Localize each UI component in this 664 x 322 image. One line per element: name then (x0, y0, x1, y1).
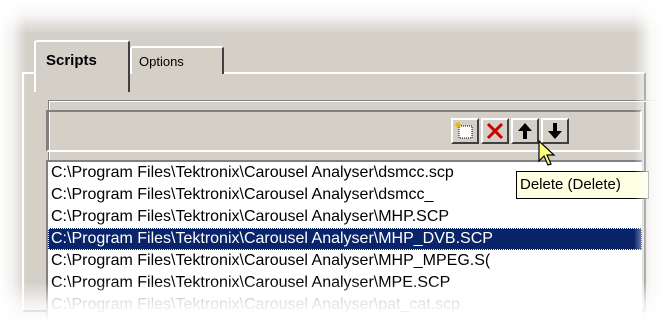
delete-x-icon (484, 121, 506, 141)
vignette-top (0, 0, 664, 34)
delete-script-button[interactable] (481, 118, 509, 144)
tab-scripts[interactable]: Scripts (34, 40, 130, 92)
arrow-up-icon (514, 121, 536, 141)
mouse-pointer-icon (538, 139, 556, 173)
tab-options-label: Options (139, 54, 184, 69)
arrow-down-icon (544, 121, 566, 141)
move-up-button[interactable] (511, 118, 539, 144)
dialog-window: Scripts Options C:\Program Files\Tektron… (0, 0, 664, 322)
tab-options[interactable]: Options (130, 46, 224, 74)
list-item-selected[interactable]: C:\Program Files\Tektronix\Carousel Anal… (48, 228, 642, 250)
tab-scripts-label: Scripts (46, 52, 97, 69)
list-item[interactable]: C:\Program Files\Tektronix\Carousel Anal… (48, 272, 642, 294)
list-item[interactable]: C:\Program Files\Tektronix\Carousel Anal… (48, 294, 642, 316)
list-item[interactable]: C:\Program Files\Tektronix\Carousel Anal… (48, 206, 642, 228)
new-script-button[interactable] (451, 118, 479, 144)
delete-tooltip: Delete (Delete) (516, 171, 649, 199)
new-script-icon (454, 121, 476, 141)
list-item[interactable]: C:\Program Files\Tektronix\Carousel Anal… (48, 250, 642, 272)
